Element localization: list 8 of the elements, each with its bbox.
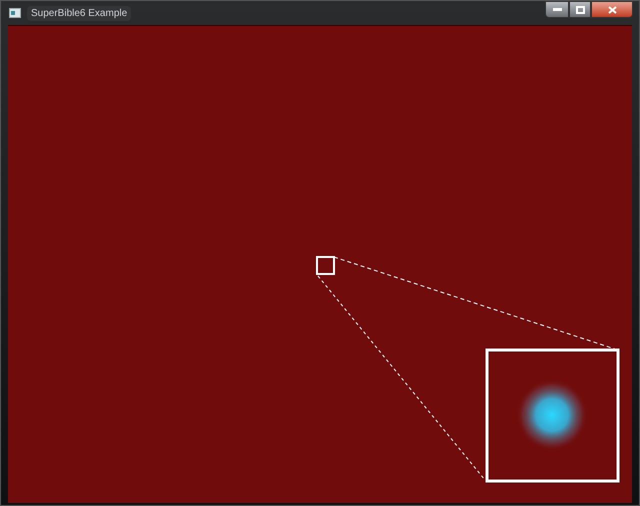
maximize-button[interactable] xyxy=(569,1,591,18)
close-icon xyxy=(608,6,616,14)
close-button[interactable] xyxy=(591,1,633,18)
window-title: SuperBible6 Example xyxy=(27,6,132,20)
minimize-icon xyxy=(552,8,562,11)
app-icon xyxy=(9,8,21,18)
minimize-button[interactable] xyxy=(545,1,569,18)
maximize-icon xyxy=(576,6,584,14)
